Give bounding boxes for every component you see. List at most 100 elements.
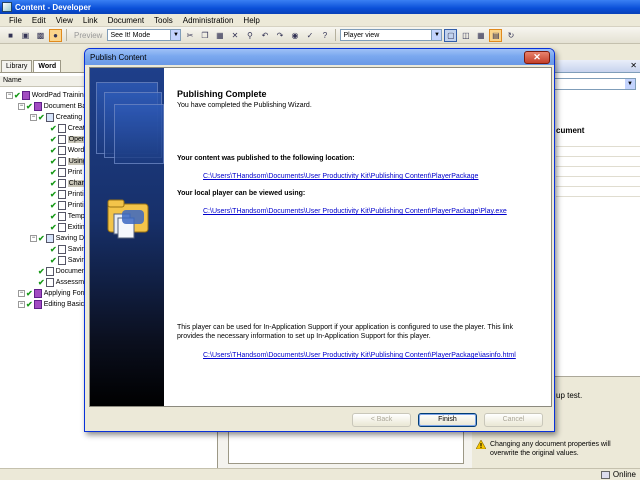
layout-grid-icon[interactable]: ▦ bbox=[474, 29, 487, 42]
warning-icon bbox=[476, 440, 486, 449]
checkmark-icon: ✔ bbox=[38, 267, 45, 276]
menu-help[interactable]: Help bbox=[238, 16, 264, 25]
expand-icon[interactable]: − bbox=[30, 114, 37, 121]
tab-word[interactable]: Word bbox=[33, 60, 62, 72]
topic-icon bbox=[57, 201, 66, 210]
topic-icon bbox=[57, 179, 66, 188]
menu-document[interactable]: Document bbox=[103, 16, 149, 25]
topic-icon bbox=[57, 124, 66, 133]
close-icon[interactable]: ✕ bbox=[630, 61, 637, 70]
warning-text: Changing any document properties will ov… bbox=[490, 441, 611, 457]
menu-link[interactable]: Link bbox=[78, 16, 103, 25]
layout-single-icon[interactable]: ▢ bbox=[444, 28, 458, 42]
mode-select-value: See It! Mode bbox=[110, 31, 151, 39]
properties-dropdown[interactable]: ▼ bbox=[552, 78, 636, 90]
window-titlebar: Content - Developer bbox=[0, 0, 640, 14]
toolbar: ■ ▣ ▩ ● Preview See It! Mode ▼ ✂ ❐ ▦ ✕ ⚲… bbox=[0, 27, 640, 44]
preview-button[interactable]: Preview bbox=[71, 31, 105, 40]
mode-select[interactable]: See It! Mode ▼ bbox=[107, 29, 182, 41]
grid-line bbox=[556, 166, 640, 167]
module-icon bbox=[21, 91, 30, 100]
editor-bottom-panel bbox=[228, 430, 464, 464]
delete-icon[interactable]: ✕ bbox=[228, 29, 241, 42]
tree-item-label: Word bbox=[67, 147, 85, 154]
help-icon[interactable]: ? bbox=[318, 29, 331, 42]
topic-icon bbox=[57, 256, 66, 265]
wizard-side-graphic bbox=[90, 68, 164, 406]
checkmark-icon: ✔ bbox=[50, 245, 57, 254]
redo-icon[interactable]: ↷ bbox=[273, 29, 286, 42]
recorder-icon[interactable]: ● bbox=[49, 28, 62, 42]
binoculars-icon[interactable]: ◉ bbox=[288, 29, 301, 42]
cut-icon[interactable]: ✂ bbox=[183, 29, 196, 42]
menu-file[interactable]: File bbox=[4, 16, 27, 25]
checkmark-icon: ✔ bbox=[50, 146, 57, 155]
save-icon[interactable]: ▣ bbox=[19, 29, 32, 42]
paste-icon[interactable]: ▦ bbox=[213, 29, 226, 42]
open-folder-icon[interactable]: ■ bbox=[4, 29, 17, 42]
print-icon[interactable]: ▩ bbox=[34, 29, 47, 42]
expand-icon[interactable]: − bbox=[18, 301, 25, 308]
tree-item-label: Document Ba bbox=[43, 103, 87, 110]
topic-icon bbox=[57, 190, 66, 199]
tab-library[interactable]: Library bbox=[1, 60, 33, 72]
view-select-value: Player view bbox=[343, 31, 380, 39]
finish-button[interactable]: Finish bbox=[418, 413, 477, 427]
dialog-heading: Publishing Complete bbox=[177, 89, 267, 99]
support-description: This player can be used for In-Applicati… bbox=[177, 324, 514, 340]
app-icon bbox=[2, 2, 12, 12]
tree-item-label: Savin bbox=[67, 246, 86, 253]
tree-item-label: Printi bbox=[67, 191, 84, 198]
undo-icon[interactable]: ↶ bbox=[258, 29, 271, 42]
spelling-icon[interactable]: ✓ bbox=[303, 29, 316, 42]
dialog-content: Publishing Complete You have completed t… bbox=[177, 68, 551, 406]
menu-tools[interactable]: Tools bbox=[149, 16, 178, 25]
grid-line bbox=[556, 146, 640, 147]
properties-icon[interactable]: ▤ bbox=[489, 28, 503, 42]
dialog-title: Publish Content bbox=[90, 52, 147, 62]
checkmark-icon: ✔ bbox=[38, 113, 45, 122]
published-location-link[interactable]: C:\Users\THandsom\Documents\User Product… bbox=[203, 173, 478, 180]
status-online-label: Online bbox=[612, 470, 636, 479]
cancel-button[interactable]: Cancel bbox=[484, 413, 543, 427]
topic-icon bbox=[57, 168, 66, 177]
grid-line bbox=[556, 186, 640, 187]
expand-icon[interactable]: − bbox=[30, 235, 37, 242]
expand-icon[interactable]: − bbox=[18, 103, 25, 110]
find-icon[interactable]: ⚲ bbox=[243, 29, 256, 42]
side-panel-graphic bbox=[114, 104, 164, 164]
expand-icon[interactable]: − bbox=[6, 92, 13, 99]
grid-line bbox=[556, 196, 640, 197]
checkmark-icon: ✔ bbox=[50, 168, 57, 177]
refresh-icon[interactable]: ↻ bbox=[504, 29, 517, 42]
module-icon bbox=[45, 113, 54, 122]
dialog-body: Publishing Complete You have completed t… bbox=[89, 67, 552, 407]
menu-edit[interactable]: Edit bbox=[27, 16, 51, 25]
player-location-label: Your local player can be viewed using: bbox=[177, 190, 306, 197]
tree-item-label: Temp bbox=[67, 213, 85, 220]
support-info-link[interactable]: C:\Users\THandsom\Documents\User Product… bbox=[203, 352, 516, 359]
back-button[interactable]: < Back bbox=[352, 413, 411, 427]
grid-line bbox=[556, 156, 640, 157]
checkmark-icon: ✔ bbox=[26, 300, 33, 309]
dialog-close-button[interactable]: ✕ bbox=[524, 50, 550, 64]
layout-split-icon[interactable]: ◫ bbox=[459, 29, 472, 42]
copy-icon[interactable]: ❐ bbox=[198, 29, 211, 42]
checkmark-icon: ✔ bbox=[50, 223, 57, 232]
dialog-button-row: < Back Finish Cancel bbox=[85, 409, 554, 431]
window-title: Content - Developer bbox=[15, 2, 92, 12]
checkmark-icon: ✔ bbox=[14, 91, 21, 100]
expand-icon[interactable]: − bbox=[18, 290, 25, 297]
tree-item-label: Editing Basic bbox=[43, 301, 85, 308]
checkmark-icon: ✔ bbox=[50, 124, 57, 133]
view-select[interactable]: Player view ▼ bbox=[340, 29, 443, 41]
menu-view[interactable]: View bbox=[51, 16, 78, 25]
checkmark-icon: ✔ bbox=[50, 212, 57, 221]
toolbar-separator bbox=[335, 29, 337, 41]
menu-administration[interactable]: Administration bbox=[178, 16, 239, 25]
topic-icon bbox=[57, 146, 66, 155]
tree-item-label: Applying Forr bbox=[43, 290, 86, 297]
player-exe-link[interactable]: C:\Users\THandsom\Documents\User Product… bbox=[203, 208, 507, 215]
topic-icon bbox=[45, 267, 54, 276]
tree-item-label: Print bbox=[67, 169, 83, 176]
